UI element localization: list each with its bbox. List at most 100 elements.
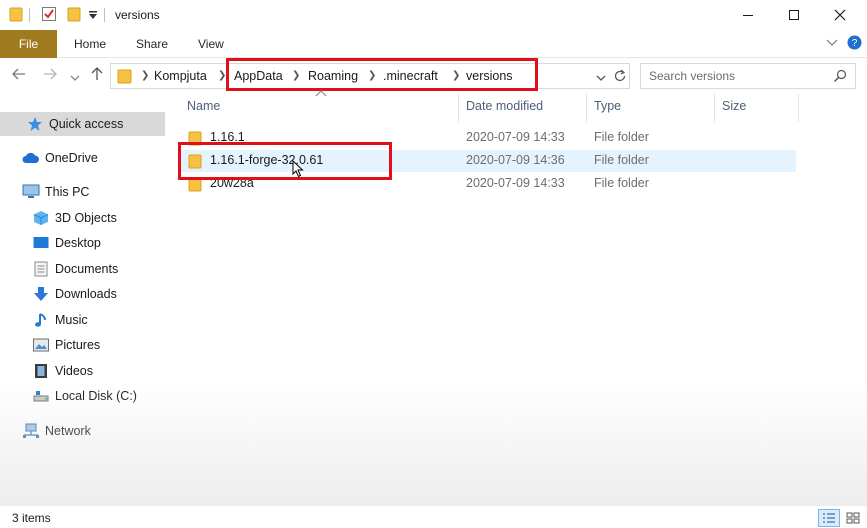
chevron-down-icon	[596, 75, 606, 81]
large-icons-view-icon	[846, 512, 860, 524]
highlight-box-address-path	[226, 58, 538, 91]
sidebar-item-label: 3D Objects	[55, 211, 117, 225]
details-view-icon	[823, 513, 835, 523]
cube-icon	[32, 209, 50, 227]
sidebar-item-onedrive[interactable]: OneDrive	[0, 146, 165, 170]
sidebar-item-network[interactable]: Network	[0, 419, 165, 443]
new-folder-icon[interactable]	[67, 6, 81, 25]
column-header-name[interactable]: Name	[187, 99, 220, 113]
minimize-button[interactable]	[725, 0, 771, 30]
properties-icon[interactable]	[41, 6, 57, 25]
separator	[29, 8, 30, 22]
close-button[interactable]	[817, 0, 863, 30]
sidebar-item-downloads[interactable]: Downloads	[0, 282, 165, 306]
forward-button[interactable]	[43, 67, 57, 84]
sidebar-item-pictures[interactable]: Pictures	[0, 333, 165, 357]
sidebar-item-label: Downloads	[55, 287, 117, 301]
desktop-icon	[32, 234, 50, 252]
up-arrow-icon	[91, 67, 103, 80]
highlight-box-forge-folder	[178, 142, 392, 180]
folder-icon[interactable]	[9, 6, 23, 25]
sidebar-item-3d-objects[interactable]: 3D Objects	[0, 206, 165, 230]
tab-share[interactable]: Share	[136, 30, 168, 58]
customize-toolbar-icon[interactable]	[88, 9, 98, 23]
column-header-type[interactable]: Type	[594, 99, 621, 113]
sidebar-item-videos[interactable]: Videos	[0, 359, 165, 383]
folder-icon	[117, 68, 133, 87]
sidebar-item-label: Documents	[55, 262, 119, 276]
ribbon-tabs: File Home Share View ?	[0, 30, 867, 58]
column-header-size[interactable]: Size	[722, 99, 746, 113]
maximize-button[interactable]	[771, 0, 817, 30]
sidebar-item-label: Network	[45, 424, 91, 438]
window-title: versions	[115, 8, 160, 22]
sidebar-item-music[interactable]: Music	[0, 308, 165, 332]
sidebar-item-label: Desktop	[55, 236, 101, 250]
file-date: 2020-07-09 14:33	[466, 176, 565, 190]
back-arrow-icon	[12, 68, 25, 80]
sidebar-item-label: OneDrive	[45, 151, 98, 165]
file-date: 2020-07-09 14:33	[466, 130, 565, 144]
computer-icon	[22, 183, 40, 201]
tab-home[interactable]: Home	[74, 30, 106, 58]
cloud-icon	[22, 149, 40, 167]
details-view-button[interactable]	[818, 509, 840, 527]
file-type: File folder	[594, 153, 649, 167]
file-type: File folder	[594, 176, 649, 190]
close-icon	[834, 9, 846, 21]
maximize-icon	[789, 10, 799, 20]
disk-icon	[32, 387, 50, 405]
file-type: File folder	[594, 130, 649, 144]
star-icon	[26, 115, 44, 133]
music-icon	[32, 311, 50, 329]
sidebar-item-desktop[interactable]: Desktop	[0, 231, 165, 255]
sidebar-item-label: Music	[55, 313, 88, 327]
download-icon	[32, 285, 50, 303]
forward-arrow-icon	[44, 68, 57, 80]
svg-text:?: ?	[852, 38, 858, 49]
picture-icon	[32, 336, 50, 354]
refresh-icon	[614, 69, 626, 82]
document-icon	[32, 260, 50, 278]
recent-locations-button[interactable]	[70, 70, 80, 86]
item-count: 3 items	[12, 511, 51, 525]
search-input[interactable]	[649, 68, 824, 84]
expand-ribbon-icon[interactable]	[826, 36, 838, 51]
sidebar-item-label: Pictures	[55, 338, 101, 352]
video-icon	[32, 362, 50, 380]
column-header-date-modified[interactable]: Date modified	[466, 99, 543, 113]
sidebar-item-label: This PC	[45, 185, 90, 199]
sidebar-item-this-pc[interactable]: This PC	[0, 180, 165, 204]
column-divider[interactable]	[798, 94, 799, 122]
sidebar-item-label: Local Disk (C:)	[55, 389, 137, 403]
sidebar-item-label: Quick access	[49, 117, 124, 131]
sidebar-item-documents[interactable]: Documents	[0, 257, 165, 281]
separator	[104, 8, 105, 22]
sidebar-item-local-disk[interactable]: Local Disk (C:)	[0, 384, 165, 408]
address-history-button[interactable]	[596, 72, 606, 86]
navigation-pane: Quick access OneDrive This PC 3D Objects…	[0, 92, 170, 502]
help-icon[interactable]: ?	[847, 35, 862, 53]
sidebar-item-label: Videos	[55, 364, 93, 378]
up-button[interactable]	[90, 67, 104, 84]
large-icons-view-button[interactable]	[842, 509, 864, 527]
column-divider[interactable]	[458, 94, 459, 122]
back-button[interactable]	[12, 67, 26, 84]
sidebar-item-quick-access[interactable]: Quick access	[0, 112, 165, 136]
minimize-icon	[743, 15, 753, 16]
file-date: 2020-07-09 14:36	[466, 153, 565, 167]
status-bar: 3 items	[0, 506, 867, 528]
network-icon	[22, 422, 40, 440]
breadcrumb-kompjuta[interactable]: Kompjuta	[154, 69, 207, 83]
search-icon[interactable]	[833, 69, 847, 86]
column-divider[interactable]	[714, 94, 715, 122]
chevron-down-icon	[70, 75, 80, 81]
search-box[interactable]	[640, 63, 856, 89]
column-divider[interactable]	[586, 94, 587, 122]
refresh-button[interactable]	[613, 69, 627, 86]
tab-view[interactable]: View	[198, 30, 224, 58]
chevron-right-icon[interactable]: ❯	[141, 70, 149, 81]
tab-file[interactable]: File	[0, 30, 57, 58]
title-bar: versions	[0, 0, 867, 30]
sort-ascending-icon	[315, 89, 327, 100]
